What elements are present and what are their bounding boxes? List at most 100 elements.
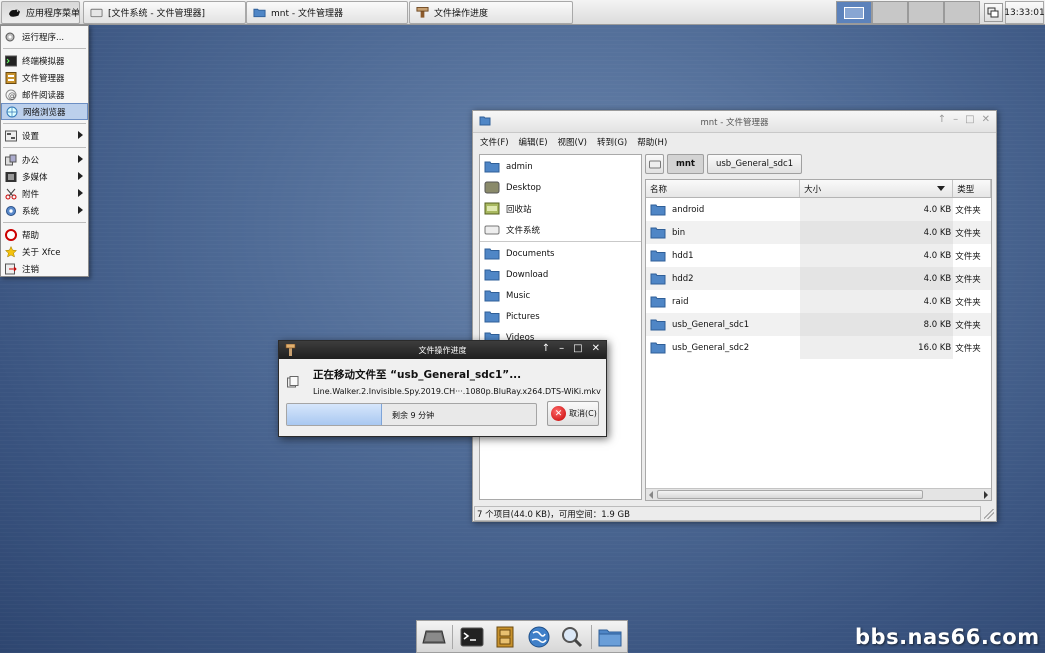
cancel-icon: ✕ xyxy=(551,406,566,421)
sidebar-item-music[interactable]: Music xyxy=(480,285,641,306)
sidebar-item-desktop[interactable]: Desktop xyxy=(480,177,641,198)
progress-bar: 剩余 9 分钟 xyxy=(286,403,537,426)
path-button-mnt[interactable]: mnt xyxy=(667,154,704,174)
drive-icon xyxy=(90,8,103,18)
column-header-type[interactable]: 类型 xyxy=(953,180,991,197)
menu-item-about[interactable]: 关于 Xfce xyxy=(1,243,88,260)
sidebar-item-trash[interactable]: 回收站 xyxy=(480,198,641,219)
clock[interactable]: 13:33:01 xyxy=(1004,1,1045,24)
dock-terminal[interactable] xyxy=(455,621,488,652)
menu-item-multimedia[interactable]: 多媒体 xyxy=(1,168,88,185)
bottom-dock xyxy=(416,620,628,653)
table-row[interactable]: hdd2 4.0 KB 文件夹 xyxy=(646,267,991,290)
minimize-icon[interactable]: – xyxy=(953,114,958,125)
maximize-icon[interactable]: □ xyxy=(965,114,974,125)
path-button-usb-general-sdc1[interactable]: usb_General_sdc1 xyxy=(706,154,803,174)
raise-icon[interactable]: ↑ xyxy=(938,114,946,125)
menu-item-logout[interactable]: 注销 xyxy=(1,260,88,277)
maximize-icon[interactable]: □ xyxy=(573,343,582,354)
file-cabinet-icon xyxy=(5,71,17,84)
top-panel: 应用程序菜单 [文件系统 - 文件管理器] mnt - 文件管理器 文件操作进度… xyxy=(0,0,1045,25)
progress-titlebar[interactable]: 文件操作进度 ↑ – □ ✕ xyxy=(279,341,606,359)
close-icon[interactable]: ✕ xyxy=(592,343,600,354)
dock-search[interactable] xyxy=(555,621,588,652)
scrollbar-thumb[interactable] xyxy=(657,490,923,499)
minimize-icon[interactable]: – xyxy=(559,343,564,354)
table-row[interactable]: android 4.0 KB 文件夹 xyxy=(646,198,991,221)
menu-file[interactable]: 文件(F) xyxy=(480,136,509,148)
progress-tool-icon xyxy=(416,7,429,18)
sidebar-item-admin[interactable]: admin xyxy=(480,156,641,177)
dock-show-desktop[interactable] xyxy=(417,621,450,652)
app-menu-button[interactable]: 应用程序菜单 xyxy=(1,1,80,24)
menu-item-accessories[interactable]: 附件 xyxy=(1,185,88,202)
table-row[interactable]: usb_General_sdc1 8.0 KB 文件夹 xyxy=(646,313,991,336)
scissors-icon xyxy=(5,188,17,199)
menu-item-mail-reader[interactable]: @ 邮件阅读器 xyxy=(1,86,88,103)
menu-item-terminal[interactable]: 终端模拟器 xyxy=(1,52,88,69)
lifebuoy-icon xyxy=(5,228,17,241)
menu-item-file-manager[interactable]: 文件管理器 xyxy=(1,69,88,86)
sidebar-item-pictures[interactable]: Pictures xyxy=(480,306,641,327)
watermark: bbs.nas66.com xyxy=(855,625,1040,649)
table-row[interactable]: bin 4.0 KB 文件夹 xyxy=(646,221,991,244)
task-button-filesystem[interactable]: [文件系统 - 文件管理器] xyxy=(83,1,246,24)
scroll-right-icon[interactable] xyxy=(984,491,988,499)
scroll-left-icon[interactable] xyxy=(649,491,653,499)
gears-icon xyxy=(5,32,15,41)
workspace-4[interactable] xyxy=(944,1,980,24)
cancel-button[interactable]: ✕ 取消(C) xyxy=(547,401,599,426)
dock-web-browser[interactable] xyxy=(522,621,555,652)
workspace-2[interactable] xyxy=(872,1,908,24)
sidebar-item-documents[interactable]: Documents xyxy=(480,243,641,264)
menu-go[interactable]: 转到(G) xyxy=(597,136,627,148)
close-icon[interactable]: ✕ xyxy=(982,114,990,125)
file-manager-window: mnt - 文件管理器 ↑ – □ ✕ 文件(F) 编辑(E) 视图(V) 转到… xyxy=(472,110,997,522)
table-row[interactable]: hdd1 4.0 KB 文件夹 xyxy=(646,244,991,267)
trash-icon xyxy=(484,202,500,215)
horizontal-scrollbar[interactable] xyxy=(646,488,991,500)
task-button-mnt[interactable]: mnt - 文件管理器 xyxy=(246,1,408,24)
dock-folder[interactable] xyxy=(594,621,627,652)
file-rows: android 4.0 KB 文件夹 bin 4.0 KB 文件夹 hdd1 4… xyxy=(646,198,991,359)
menu-help[interactable]: 帮助(H) xyxy=(637,136,667,148)
path-root-button[interactable] xyxy=(645,154,664,174)
sidebar-item-download[interactable]: Download xyxy=(480,264,641,285)
folder-icon xyxy=(650,319,666,331)
workspace-3[interactable] xyxy=(908,1,944,24)
column-header-size[interactable]: 大小 xyxy=(800,180,954,197)
file-operation-progress-dialog: 文件操作进度 ↑ – □ ✕ 正在移动文件至 “usb_General_sdc1… xyxy=(278,340,607,437)
path-bar: mnt usb_General_sdc1 xyxy=(645,154,803,174)
task-button-progress[interactable]: 文件操作进度 xyxy=(409,1,573,24)
raise-icon[interactable]: ↑ xyxy=(542,343,550,354)
show-desktop-icon[interactable] xyxy=(984,3,1003,22)
menu-edit[interactable]: 编辑(E) xyxy=(519,136,548,148)
menu-item-system[interactable]: 系统 xyxy=(1,202,88,219)
task-label: [文件系统 - 文件管理器] xyxy=(108,9,205,19)
sort-descending-icon xyxy=(937,186,946,191)
menu-item-help[interactable]: 帮助 xyxy=(1,226,88,243)
menu-item-web-browser[interactable]: 网络浏览器 xyxy=(1,103,88,120)
menu-item-office[interactable]: 办公 xyxy=(1,151,88,168)
folder-icon xyxy=(650,273,666,285)
sidebar: admin Desktop 回收站 文件系统 Documents Downloa… xyxy=(479,154,642,500)
sidebar-item-filesystem[interactable]: 文件系统 xyxy=(480,219,641,240)
menu-item-run[interactable]: 运行程序... xyxy=(1,28,88,45)
table-row[interactable]: usb_General_sdc2 16.0 KB 文件夹 xyxy=(646,336,991,359)
workspace-1[interactable] xyxy=(836,1,872,24)
table-row[interactable]: raid 4.0 KB 文件夹 xyxy=(646,290,991,313)
globe-icon xyxy=(528,626,550,647)
terminal-icon xyxy=(5,55,17,66)
resize-grip-icon[interactable] xyxy=(984,509,994,519)
desktop-icon xyxy=(484,181,500,194)
column-header-name[interactable]: 名称 xyxy=(646,180,801,197)
sidebar-separator xyxy=(480,241,641,242)
menu-view[interactable]: 视图(V) xyxy=(558,136,587,148)
menu-separator xyxy=(3,147,86,148)
file-list: 名称 大小 类型 android 4.0 KB 文件夹 bin 4.0 KB 文… xyxy=(645,179,992,501)
file-manager-titlebar[interactable]: mnt - 文件管理器 ↑ – □ ✕ xyxy=(473,111,996,133)
dock-file-manager[interactable] xyxy=(489,621,522,652)
task-label: 文件操作进度 xyxy=(434,9,489,19)
app-menu-label: 应用程序菜单 xyxy=(26,9,80,19)
menu-item-settings[interactable]: 设置 xyxy=(1,127,88,144)
